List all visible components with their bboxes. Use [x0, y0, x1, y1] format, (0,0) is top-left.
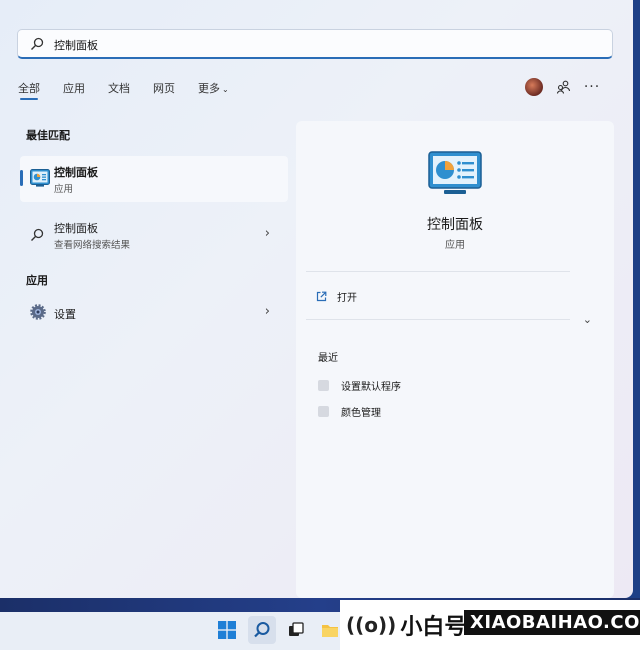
app-name: 设置 [54, 308, 76, 321]
web-search-result[interactable]: 控制面板 查看网络搜索结果 › [20, 214, 288, 254]
task-view-button[interactable] [282, 616, 310, 644]
selection-indicator [20, 170, 23, 186]
result-type: 应用 [54, 184, 74, 195]
search-box[interactable] [17, 29, 613, 59]
detail-title: 控制面板 [427, 217, 483, 233]
filter-tabs: 全部 应用 文档 网页 更多 ⌄ [18, 80, 252, 100]
tab-web[interactable]: 网页 [153, 80, 175, 100]
chevron-right-icon: › [264, 304, 270, 319]
taskbar-search-button[interactable] [248, 616, 276, 644]
detail-type: 应用 [445, 240, 465, 251]
search-icon [31, 228, 44, 241]
start-search-panel: 全部 应用 文档 网页 更多⌄ ··· 最佳匹配 [0, 0, 633, 598]
control-panel-icon [30, 169, 50, 187]
recent-item-label: 颜色管理 [341, 408, 381, 419]
file-icon [318, 380, 329, 391]
best-match-heading: 最佳匹配 [26, 129, 70, 142]
open-external-icon [316, 291, 327, 302]
recent-item[interactable]: 颜色管理 [318, 404, 381, 419]
watermark-brand: 小白号 [400, 615, 467, 640]
header-actions: ··· [525, 78, 611, 96]
broadcast-icon: ((o)) [346, 613, 397, 637]
result-subtitle: 查看网络搜索结果 [54, 240, 131, 251]
search-icon [254, 622, 270, 638]
file-icon [318, 406, 329, 417]
folder-icon [322, 625, 338, 637]
recent-heading: 最近 [318, 353, 338, 364]
chevron-down-icon[interactable]: ⌄ [583, 313, 592, 326]
search-input[interactable] [52, 34, 596, 56]
tab-apps[interactable]: 应用 [63, 80, 85, 100]
result-title: 控制面板 [54, 166, 98, 179]
control-panel-icon [428, 151, 482, 194]
apps-heading: 应用 [26, 274, 48, 287]
divider [306, 271, 570, 272]
recent-item-label: 设置默认程序 [341, 382, 401, 393]
divider [306, 319, 570, 320]
chevron-down-icon: ⌄ [222, 85, 229, 94]
watermark-site: XIAOBAIHAO.COM [464, 610, 640, 635]
search-icon [31, 37, 44, 50]
open-label: 打开 [337, 293, 357, 304]
recent-item[interactable]: 设置默认程序 [318, 378, 401, 393]
open-action[interactable]: 打开 [316, 289, 357, 304]
avatar[interactable] [525, 78, 543, 96]
result-title: 控制面板 [54, 222, 98, 235]
watermark-banner: ((o)) 小白号 XIAOBAIHAO.COM [340, 600, 640, 650]
tab-more[interactable]: 更多 ⌄ [198, 80, 229, 100]
windows-logo-icon [218, 621, 236, 639]
gear-icon [30, 304, 46, 320]
detail-pane: 控制面板 应用 打开 ⌄ 最近 设置默认程序 颜色管理 [296, 121, 614, 598]
start-button[interactable] [213, 616, 241, 644]
app-item-settings[interactable]: 设置 › [20, 298, 288, 328]
task-view-icon [289, 622, 304, 636]
chevron-right-icon: › [264, 226, 270, 241]
more-options-icon[interactable]: ··· [583, 78, 601, 96]
tab-all[interactable]: 全部 [18, 80, 40, 100]
tab-documents[interactable]: 文档 [108, 80, 130, 100]
best-match-item[interactable]: 控制面板 应用 [20, 156, 288, 202]
accounts-icon[interactable] [555, 78, 573, 96]
